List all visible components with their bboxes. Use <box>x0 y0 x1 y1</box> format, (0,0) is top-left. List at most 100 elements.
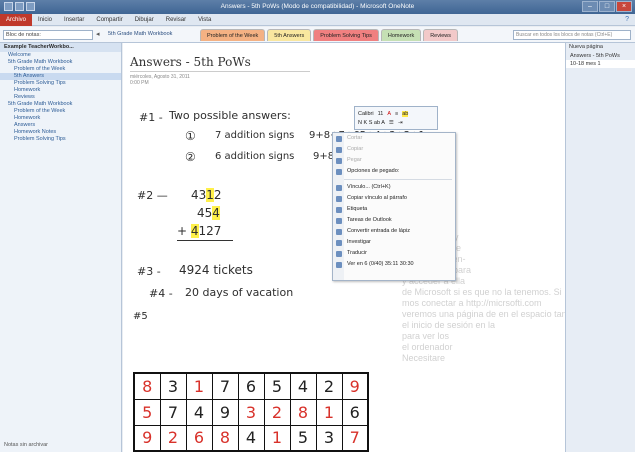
menu-item-icon <box>336 169 342 175</box>
grid-cell: 1 <box>315 398 343 426</box>
grid-cell: 4 <box>289 372 317 400</box>
nav-item-welcome[interactable]: Welcome <box>0 52 121 59</box>
page-list-pane: Nueva página Answers - 5th PoWs 10-18 mes… <box>565 43 635 452</box>
menu-dibujar[interactable]: Dibujar <box>129 17 160 23</box>
menu-item-label: Investigar <box>347 239 371 245</box>
menu-item-ver-en-6-0-40-35-11-30-30[interactable]: Ver en 6 (0/40) 35:11 30:30 <box>333 259 455 270</box>
menu-item-icon <box>336 262 342 268</box>
window-title: Answers - 5th PoWs (Modo de compatibilid… <box>220 3 415 10</box>
page-list-item[interactable]: Answers - 5th PoWs <box>566 52 635 60</box>
menu-item-traducir[interactable]: Traducir <box>333 248 455 259</box>
search-input[interactable]: Buscar en todos los blocs de notas (Ctrl… <box>513 30 631 40</box>
menu-item-pegar[interactable]: Pegar <box>333 155 455 166</box>
title-underline <box>130 71 310 72</box>
menu-item-v-nculo-ctrl-k-[interactable]: Vínculo... (Ctrl+K) <box>333 182 455 193</box>
new-page-button[interactable]: Nueva página <box>566 43 635 52</box>
grid-cell: 1 <box>263 424 291 452</box>
nav-item-reviews[interactable]: Reviews <box>0 94 121 101</box>
notebook-dropdown[interactable]: Bloc de notas: <box>3 30 93 40</box>
page-time: 0:00 PM <box>130 80 149 86</box>
menu-compartir[interactable]: Compartir <box>90 17 128 23</box>
tab-reviews[interactable]: Reviews <box>423 29 458 41</box>
problem-2-label: #2 — <box>137 189 168 202</box>
menu-item-tareas-de-outlook[interactable]: Tareas de Outlook <box>333 215 455 226</box>
font-color-icon[interactable]: A <box>387 111 391 117</box>
help-icon[interactable]: ? <box>619 16 635 23</box>
font-size[interactable]: 11 <box>378 111 384 117</box>
page-title[interactable]: Answers - 5th PoWs <box>130 55 251 69</box>
grid-cell: 3 <box>159 372 187 400</box>
window-controls: – □ × <box>582 1 632 12</box>
menu-item-label: Ver en 6 (0/40) 35:11 30:30 <box>347 261 414 267</box>
grid-row: 574932816 <box>133 398 369 426</box>
menu-item-label: Tareas de Outlook <box>347 217 392 223</box>
bullets-icon[interactable]: ≡ <box>395 111 398 117</box>
unfiled-notes-link[interactable]: Notas sin archivar <box>4 442 48 448</box>
menu-item-icon <box>336 229 342 235</box>
numbering-icon[interactable]: ☰ <box>389 120 394 126</box>
nav-item-problem-solving-tips[interactable]: Problem Solving Tips <box>0 80 121 87</box>
problem-4-answer: 20 days of vacation <box>185 286 294 299</box>
grid-cell: 6 <box>237 372 265 400</box>
menu-item-copiar[interactable]: Copiar <box>333 144 455 155</box>
menu-item-label: Copiar <box>347 146 364 152</box>
menu-item-investigar[interactable]: Investigar <box>333 237 455 248</box>
nav-item-5th-grade-math-workbook[interactable]: 5th Grade Math Workbook <box>0 101 121 108</box>
menu-insertar[interactable]: Insertar <box>58 17 90 23</box>
tab-problem-solving-tips[interactable]: Problem Solving Tips <box>313 29 379 41</box>
breadcrumb[interactable]: 5th Grade Math Workbook <box>108 31 172 37</box>
grid-cell: 4 <box>185 398 213 426</box>
menu-item-etiqueta[interactable]: Etiqueta <box>333 204 455 215</box>
tab-problem-of-the-week[interactable]: Problem of the Week <box>200 29 266 41</box>
menu-archivo[interactable]: Archivo <box>0 13 33 26</box>
menu-item-icon <box>336 136 342 142</box>
menu-item-convertir-entrada-de-l-piz[interactable]: Convertir entrada de lápiz <box>333 226 455 237</box>
nav-item-5th-grade-math-workbook[interactable]: 5th Grade Math Workbook <box>0 59 121 66</box>
background-text-line: mos conectar a http://micrsofti.com <box>402 298 542 308</box>
nav-item-problem-solving-tips[interactable]: Problem Solving Tips <box>0 136 121 143</box>
problem-2-line-2: 454 <box>197 206 220 220</box>
menu-item-copiar-v-nculo-al-p-rrafo[interactable]: Copiar vínculo al párrafo <box>333 193 455 204</box>
background-text-line: para ver los <box>402 331 450 341</box>
nav-item-homework-notes[interactable]: Homework Notes <box>0 129 121 136</box>
nav-item-answers[interactable]: Answers <box>0 122 121 129</box>
menu-revisar[interactable]: Revisar <box>160 17 192 23</box>
menu-item-icon <box>336 218 342 224</box>
menu-item-cortar[interactable]: Cortar <box>333 133 455 144</box>
maximize-icon[interactable]: □ <box>599 1 615 12</box>
minimize-icon[interactable]: – <box>582 1 598 12</box>
mini-format-toolbar: Calibri 11 A ≡ ab N K S ab A ☰ ⇥ <box>354 106 438 130</box>
grid-cell: 3 <box>237 398 265 426</box>
tab-homework[interactable]: Homework <box>380 29 422 41</box>
problem-4-label: #4 - <box>149 287 173 300</box>
menu-item-icon <box>336 251 342 257</box>
option-2-number: ② <box>185 150 196 164</box>
nav-item-problem-of-the-week[interactable]: Problem of the Week <box>0 108 121 115</box>
indent-icon[interactable]: ⇥ <box>398 120 403 126</box>
section-tabs: Problem of the Week 5th Answers Problem So… <box>200 29 458 41</box>
page-list-item[interactable]: 10-18 mes 1 <box>566 60 635 68</box>
close-icon[interactable]: × <box>616 1 632 12</box>
menu-item-label: Traducir <box>347 250 367 256</box>
menu-inicio[interactable]: Inicio <box>32 17 58 23</box>
grid-cell: 2 <box>159 424 187 452</box>
grid-cell: 5 <box>133 398 161 426</box>
grid-cell: 9 <box>133 424 161 452</box>
background-text-line: de Microsoft si es que no la tenemos. Si <box>402 287 562 297</box>
format-buttons[interactable]: N K S ab A <box>358 120 385 126</box>
background-text-line: veremos una página de en el espacio tan <box>402 309 565 319</box>
nav-item-problem-of-the-week[interactable]: Problem of the Week <box>0 66 121 73</box>
menu-item-opciones-de-pegado-[interactable]: Opciones de pegado: <box>333 166 455 177</box>
nav-item-homework[interactable]: Homework <box>0 87 121 94</box>
highlight-icon[interactable]: ab <box>402 110 409 117</box>
font-name[interactable]: Calibri <box>358 111 374 117</box>
menu-vista[interactable]: Vista <box>192 17 217 23</box>
nav-item-homework[interactable]: Homework <box>0 115 121 122</box>
back-arrow-icon[interactable]: ◂ <box>96 30 100 38</box>
grid-cell: 4 <box>237 424 265 452</box>
nav-item-5th-answers[interactable]: 5th Answers <box>0 73 121 80</box>
nav-item-example-teacherworkbo-[interactable]: Example TeacherWorkbo... <box>0 43 121 52</box>
grid-cell: 5 <box>263 372 291 400</box>
grid-row: 831765429 <box>133 372 369 400</box>
tab-5th-answers[interactable]: 5th Answers <box>267 29 312 41</box>
